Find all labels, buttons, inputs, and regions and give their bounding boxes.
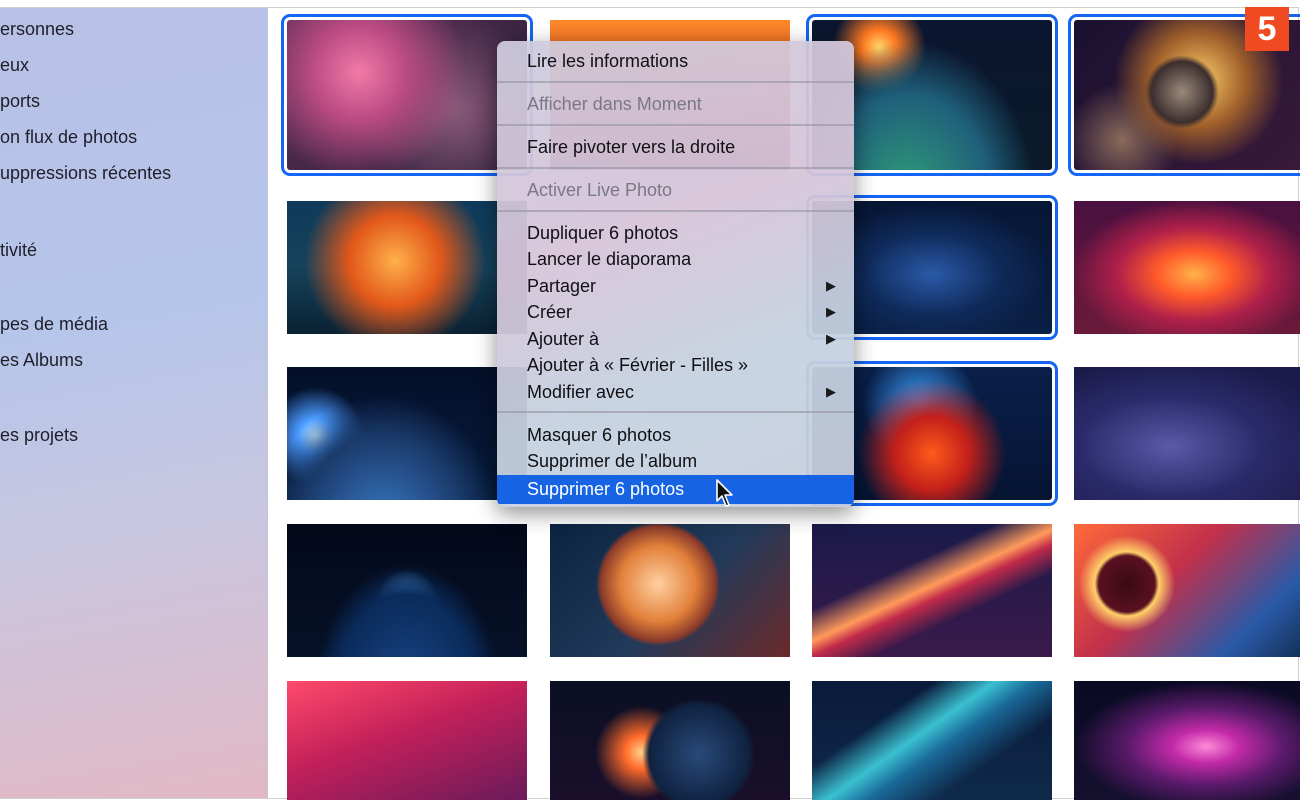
sidebar-item-imports[interactable]: ports (0, 91, 40, 112)
photo-thumbnail[interactable] (287, 367, 527, 500)
menu-item-masquer[interactable]: Masquer 6 photos (497, 422, 854, 448)
photo-thumbnail[interactable] (287, 201, 527, 334)
photo-thumbnail[interactable] (550, 681, 790, 800)
sidebar-item-projets[interactable]: es projets (0, 425, 78, 446)
menu-item-supprimer-album[interactable]: Supprimer de l’album (497, 448, 854, 474)
menu-item-label: Partager (527, 276, 597, 296)
menu-item-creer[interactable]: Créer ▶ (497, 299, 854, 325)
menu-item-lire-informations[interactable]: Lire les informations (497, 48, 854, 74)
menu-item-activer-live-photo: Activer Live Photo (527, 180, 673, 200)
menu-item-dupliquer[interactable]: Dupliquer 6 photos (497, 220, 854, 246)
menu-item-ajouter-album[interactable]: Ajouter à « Février - Filles » (497, 352, 854, 378)
photo-thumbnail[interactable] (812, 681, 1052, 800)
menu-item-faire-pivoter[interactable]: Faire pivoter vers la droite (497, 134, 854, 160)
menu-item-partager[interactable]: Partager ▶ (497, 273, 854, 299)
menu-item-label: Créer (527, 302, 573, 322)
photo-thumbnail[interactable] (1074, 524, 1300, 657)
sidebar-item-flux-photos[interactable]: on flux de photos (0, 127, 137, 148)
menu-item-diaporama[interactable]: Lancer le diaporama (497, 246, 854, 272)
menu-item-ajouter-a[interactable]: Ajouter à ▶ (497, 326, 854, 352)
photo-thumbnail[interactable] (1074, 201, 1300, 334)
menu-separator (497, 210, 854, 212)
menu-item-label: Ajouter à (527, 329, 600, 349)
submenu-arrow-icon: ▶ (826, 278, 836, 293)
submenu-arrow-icon: ▶ (826, 331, 836, 346)
photo-thumbnail[interactable] (812, 524, 1052, 657)
menu-item-supprimer-photos[interactable]: Supprimer 6 photos (497, 475, 854, 504)
sidebar-item-personnes[interactable]: ersonnes (0, 19, 74, 40)
sidebar-item-activite[interactable]: tivité (0, 240, 37, 261)
photo-thumbnail[interactable] (287, 681, 527, 800)
sidebar-item-suppressions[interactable]: uppressions récentes (0, 163, 171, 184)
menu-separator (497, 81, 854, 83)
menu-item-afficher-moment: Afficher dans Moment (527, 94, 702, 114)
sidebar-item-albums[interactable]: es Albums (0, 350, 83, 371)
photo-thumbnail[interactable] (287, 524, 527, 657)
sidebar-item-types-media[interactable]: pes de média (0, 314, 108, 335)
mouse-pointer-icon (716, 479, 733, 507)
photo-thumbnail[interactable] (1074, 367, 1300, 500)
menu-separator (497, 411, 854, 413)
menu-separator (497, 167, 854, 169)
photo-thumbnail[interactable] (281, 14, 533, 176)
menu-item-label: Modifier avec (527, 382, 635, 402)
photo-thumbnail[interactable] (1074, 681, 1300, 800)
context-menu: Lire les informations Afficher dans Mome… (497, 41, 854, 507)
menu-separator (497, 124, 854, 126)
step-badge: 5 (1245, 7, 1289, 51)
sidebar: ersonnes eux ports on flux de photos upp… (0, 8, 268, 798)
menu-item-modifier-avec[interactable]: Modifier avec ▶ (497, 379, 854, 405)
sidebar-item-lieux[interactable]: eux (0, 55, 29, 76)
submenu-arrow-icon: ▶ (826, 384, 836, 399)
photo-thumbnail[interactable] (550, 524, 790, 657)
submenu-arrow-icon: ▶ (826, 304, 836, 319)
